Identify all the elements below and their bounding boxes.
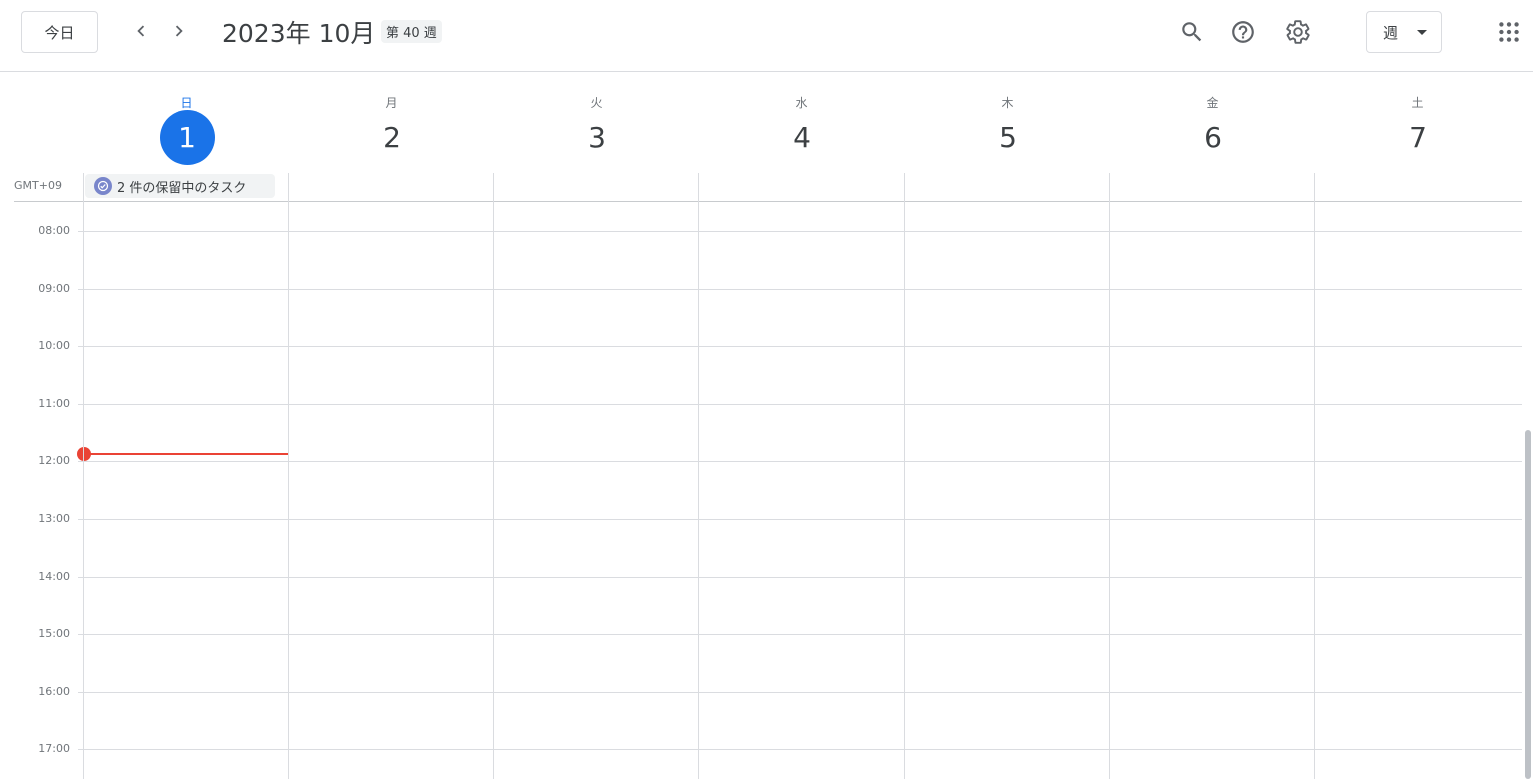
pending-tasks-chip[interactable]: 2 件の保留中のタスク bbox=[85, 174, 275, 198]
hour-label: 10:00 bbox=[38, 339, 70, 352]
day-column-divider bbox=[698, 173, 699, 779]
week-day-header: 日1月2火3水4木5金6土7 bbox=[0, 72, 1533, 174]
view-selector-label: 週 bbox=[1383, 23, 1399, 42]
day-column-divider bbox=[83, 173, 84, 779]
day-column-header: 火3 bbox=[494, 72, 699, 172]
hour-gridline bbox=[78, 404, 1522, 405]
day-column-divider bbox=[288, 173, 289, 779]
day-number-button[interactable]: 7 bbox=[1391, 110, 1446, 165]
hour-gridline bbox=[78, 231, 1522, 232]
hour-label: 12:00 bbox=[38, 454, 70, 467]
hour-gridline bbox=[78, 634, 1522, 635]
next-week-button[interactable] bbox=[162, 14, 196, 48]
hour-label: 09:00 bbox=[38, 282, 70, 295]
day-of-week-label: 月 bbox=[385, 96, 398, 110]
apps-grid-icon bbox=[1499, 22, 1519, 42]
current-time-dot bbox=[77, 447, 91, 461]
hour-label: 17:00 bbox=[38, 742, 70, 755]
help-icon bbox=[1232, 21, 1254, 43]
pending-tasks-label: 2 件の保留中のタスク bbox=[117, 180, 247, 196]
day-column-header: 木5 bbox=[905, 72, 1110, 172]
week-number-badge: 第 40 週 bbox=[381, 20, 442, 43]
google-apps-button[interactable] bbox=[1490, 13, 1528, 51]
day-of-week-label: 火 bbox=[590, 96, 603, 110]
day-of-week-label: 日 bbox=[180, 96, 193, 110]
day-column-divider bbox=[1109, 173, 1110, 779]
day-of-week-label: 木 bbox=[1001, 96, 1014, 110]
hour-gridline bbox=[78, 577, 1522, 578]
scrollbar-thumb[interactable] bbox=[1525, 430, 1531, 779]
current-time-line bbox=[84, 453, 289, 455]
hour-gridline bbox=[78, 461, 1522, 462]
day-number-button[interactable]: 1 bbox=[159, 110, 215, 165]
prev-week-button[interactable] bbox=[124, 14, 158, 48]
search-icon bbox=[1182, 22, 1202, 42]
chevron-left-icon bbox=[137, 25, 145, 37]
view-selector[interactable]: 週 bbox=[1366, 11, 1442, 53]
hour-gridline bbox=[78, 289, 1522, 290]
all-day-divider bbox=[14, 201, 1522, 202]
caret-down-icon bbox=[1417, 30, 1427, 35]
time-grid[interactable]: 08:00 09:00 10:00 11:00 12:00 13:00 14:00 15:00… bbox=[0, 173, 1522, 779]
settings-button[interactable] bbox=[1279, 13, 1317, 51]
day-of-week-label: 金 bbox=[1206, 96, 1219, 110]
hour-label: 08:00 bbox=[38, 224, 70, 237]
search-button[interactable] bbox=[1173, 13, 1211, 51]
day-number-button[interactable]: 4 bbox=[775, 110, 830, 165]
current-period-title: 2023年 10月 bbox=[222, 19, 376, 48]
help-button[interactable] bbox=[1224, 13, 1262, 51]
hour-label: 15:00 bbox=[38, 627, 70, 640]
day-number-button[interactable]: 6 bbox=[1186, 110, 1241, 165]
timezone-label: GMT+09 bbox=[14, 179, 62, 192]
hour-gridline bbox=[78, 519, 1522, 520]
all-day-row: GMT+09 2 件の保留中のタスク bbox=[0, 174, 1533, 202]
hour-label: 14:00 bbox=[38, 570, 70, 583]
day-of-week-label: 土 bbox=[1411, 96, 1424, 110]
day-column-header: 金6 bbox=[1110, 72, 1315, 172]
day-column-header: 水4 bbox=[699, 72, 904, 172]
task-check-icon bbox=[94, 177, 112, 195]
hour-gridline bbox=[78, 749, 1522, 750]
day-number-button[interactable]: 2 bbox=[365, 110, 420, 165]
day-column-divider bbox=[904, 173, 905, 779]
day-of-week-label: 水 bbox=[795, 96, 808, 110]
day-column-divider bbox=[493, 173, 494, 779]
day-column-header: 日1 bbox=[84, 72, 289, 172]
gear-icon bbox=[1286, 20, 1310, 44]
day-column-header: 月2 bbox=[289, 72, 494, 172]
day-column-divider bbox=[1314, 173, 1315, 779]
hour-gridline bbox=[78, 692, 1522, 693]
hour-gridline bbox=[78, 346, 1522, 347]
hour-label: 11:00 bbox=[38, 397, 70, 410]
chevron-right-icon bbox=[175, 25, 183, 37]
day-number-button[interactable]: 3 bbox=[570, 110, 625, 165]
top-bar: 今日 2023年 10月 第 40 週 週 bbox=[0, 0, 1533, 72]
day-number-button[interactable]: 5 bbox=[981, 110, 1036, 165]
day-column-header: 土7 bbox=[1315, 72, 1520, 172]
hour-label: 16:00 bbox=[38, 685, 70, 698]
today-button[interactable]: 今日 bbox=[21, 11, 98, 53]
hour-label: 13:00 bbox=[38, 512, 70, 525]
